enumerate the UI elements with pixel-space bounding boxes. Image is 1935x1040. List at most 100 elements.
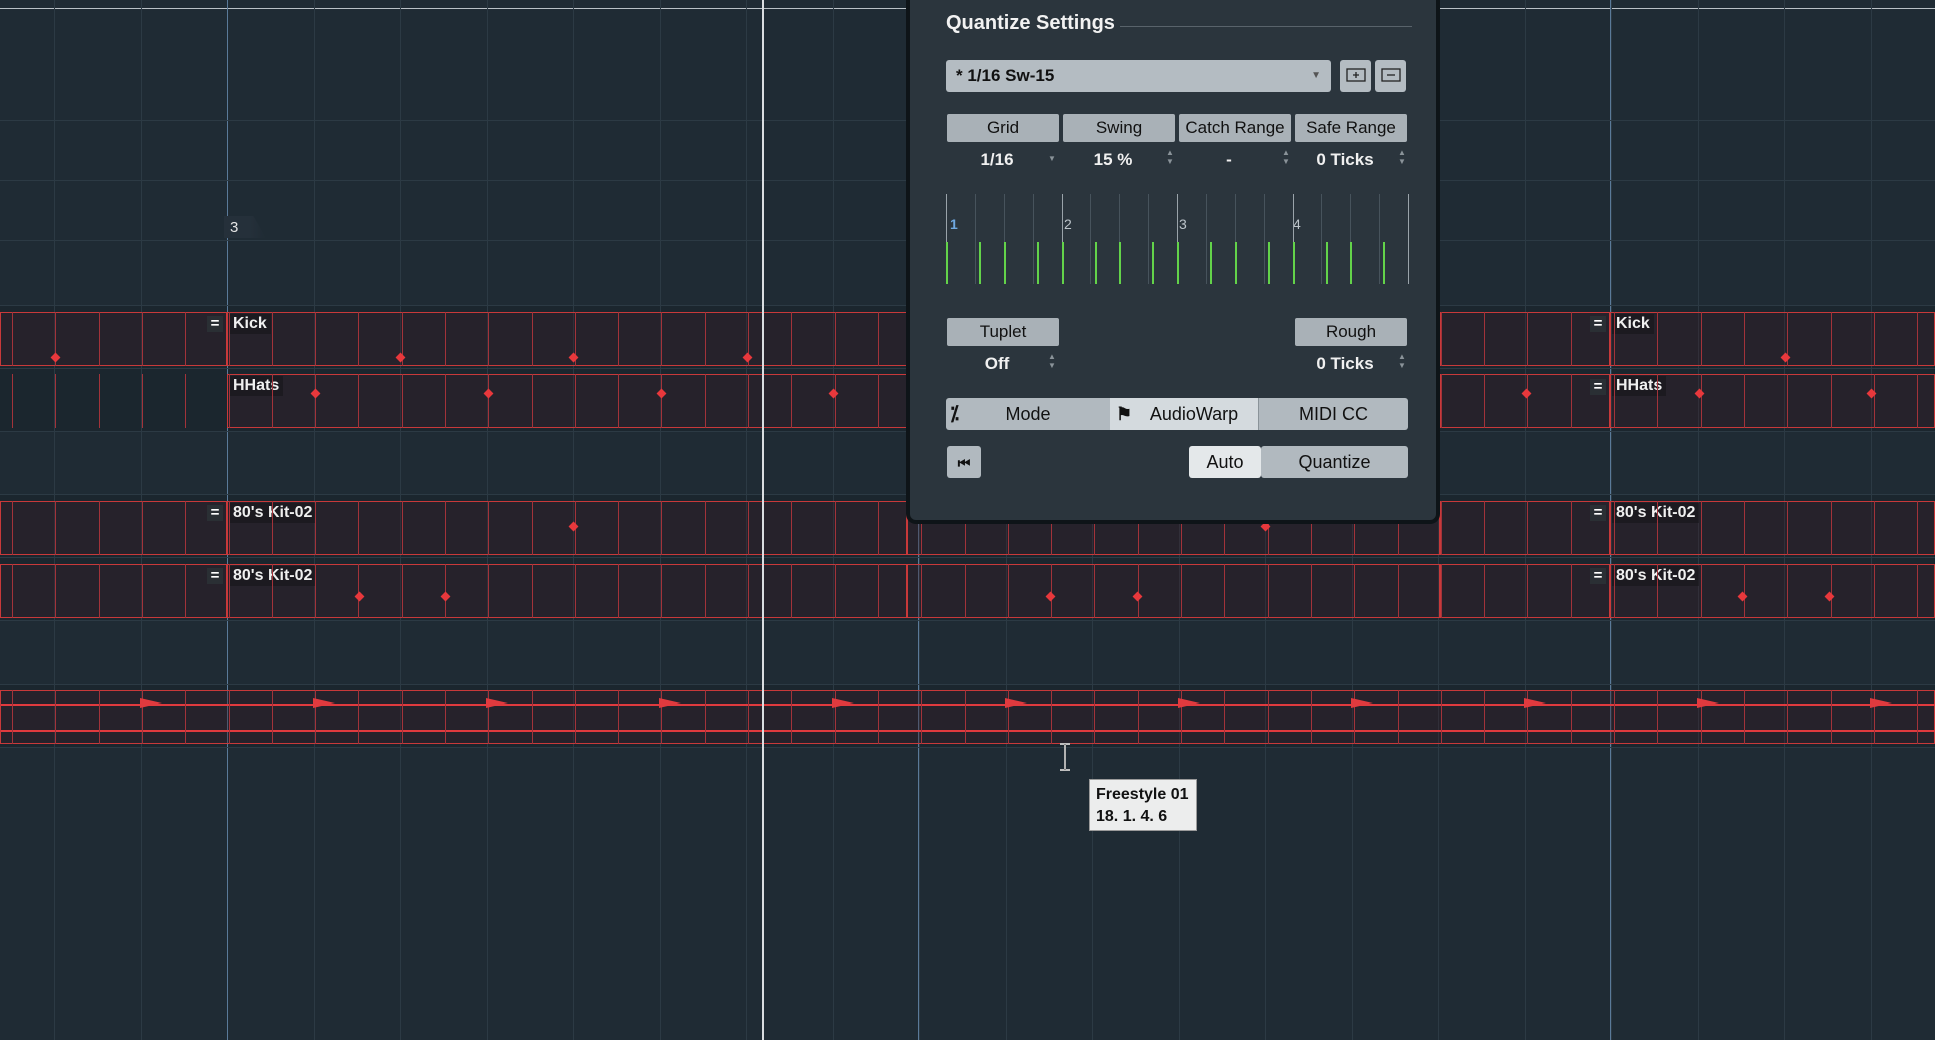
quantize-grid-display: 1 2 3 4 (946, 194, 1409, 284)
part-segment-line (705, 564, 706, 618)
part-segment-line (1354, 564, 1355, 618)
auto-quantize-button[interactable]: Auto (1189, 446, 1261, 478)
part-segment-line (748, 690, 749, 744)
part-segment-line (1224, 564, 1225, 618)
part-segment-line (921, 690, 922, 744)
part-menu-icon[interactable]: = (1590, 568, 1606, 584)
quantize-grid-position (1095, 242, 1097, 284)
quantize-preset-select[interactable]: * 1/16 Sw-15 ▼ (946, 60, 1331, 92)
part-segment-line (358, 312, 359, 366)
skip-back-icon: ⏮ (957, 455, 971, 471)
mode-button[interactable]: ⁒ Mode (946, 398, 1110, 430)
catch-range-value[interactable]: - (1179, 150, 1279, 170)
part-kit2-mid[interactable] (907, 564, 1440, 618)
apply-quantize-button[interactable]: Quantize (1261, 446, 1408, 478)
grid-dropdown-icon[interactable]: ▼ (1048, 154, 1056, 163)
safe-range-stepper-icon[interactable]: ▲ ▼ (1398, 148, 1406, 166)
part-hhats-right-a[interactable] (1440, 374, 1610, 428)
part-segment-line (358, 690, 359, 744)
tooltip-position: 18. 1. 4. 6 (1096, 808, 1168, 825)
lane-divider (0, 684, 1935, 685)
grid-tick (1321, 194, 1322, 284)
part-segment-line (142, 564, 143, 618)
part-segment-line (315, 501, 316, 555)
part-kit2-left[interactable] (0, 564, 227, 618)
part-kit2[interactable] (227, 564, 907, 618)
preset-value: * 1/16 Sw-15 (956, 66, 1055, 85)
midi-cc-button[interactable]: MIDI CC (1258, 398, 1408, 430)
safe-range-header[interactable]: Safe Range (1295, 114, 1407, 142)
part-segment-line (705, 690, 706, 744)
part-menu-icon[interactable]: = (1590, 316, 1606, 332)
grid-tick (1379, 194, 1380, 284)
part-menu-icon[interactable]: = (1590, 379, 1606, 395)
catch-range-stepper-icon[interactable]: ▲ ▼ (1282, 148, 1290, 166)
swing-stepper-icon[interactable]: ▲ ▼ (1166, 148, 1174, 166)
part-kick-right-a[interactable] (1440, 312, 1610, 366)
part-segment-line (1614, 501, 1615, 555)
part-segment-line (705, 501, 706, 555)
part-segment-line (445, 312, 446, 366)
quantize-grid-position (1037, 242, 1039, 284)
safe-range-value[interactable]: 0 Ticks (1295, 150, 1395, 170)
part-segment-line (488, 374, 489, 428)
save-preset-button[interactable] (1340, 60, 1371, 92)
quantize-settings-panel[interactable]: Quantize Settings * 1/16 Sw-15 ▼ Grid Sw… (906, 0, 1440, 524)
part-segment-line (1787, 564, 1788, 618)
part-segment-line (315, 312, 316, 366)
marker-3[interactable]: 3 (224, 216, 266, 238)
part-menu-icon[interactable]: = (207, 505, 223, 521)
part-menu-icon[interactable]: = (207, 316, 223, 332)
reset-quantize-button[interactable]: ⏮ (947, 446, 981, 478)
part-segment-line (1831, 690, 1832, 744)
audio-hitpoint (1005, 698, 1027, 708)
part-segment-line (358, 374, 359, 428)
part-segment-line (272, 501, 273, 555)
part-segment-line (878, 564, 879, 618)
part-segment-line (1787, 374, 1788, 428)
part-freestyle-audio[interactable] (0, 690, 1935, 744)
part-segment-line (1484, 374, 1485, 428)
title-divider (1120, 26, 1412, 27)
project-cursor[interactable] (762, 0, 764, 1040)
audiowarp-button[interactable]: ⚑ AudioWarp (1110, 398, 1258, 430)
catch-range-header[interactable]: Catch Range (1179, 114, 1291, 142)
remove-preset-button[interactable] (1375, 60, 1406, 92)
part-segment-line (1744, 374, 1745, 428)
part-segment-line (791, 312, 792, 366)
part-kick-left[interactable] (0, 312, 227, 366)
part-segment-line (1831, 501, 1832, 555)
part-segment-line (402, 690, 403, 744)
part-segment-line (1181, 564, 1182, 618)
part-menu-icon[interactable]: = (1590, 505, 1606, 521)
part-hhats[interactable] (227, 374, 907, 428)
quantize-grid-position (1119, 242, 1121, 284)
tuplet-value[interactable]: Off (947, 354, 1047, 374)
part-kit1[interactable] (227, 501, 907, 555)
part-kit1-left[interactable] (0, 501, 227, 555)
part-kick[interactable] (227, 312, 907, 366)
quantize-grid-position (1350, 242, 1352, 284)
rough-value[interactable]: 0 Ticks (1295, 354, 1395, 374)
part-kit2-right-a[interactable] (1440, 564, 1610, 618)
part-segment-line (1094, 564, 1095, 618)
part-segment-line (661, 374, 662, 428)
tuplet-stepper-icon[interactable]: ▲ ▼ (1048, 352, 1056, 370)
part-segment-line (185, 312, 186, 366)
quantize-mode-bar[interactable]: ⁒ Mode ⚑ AudioWarp MIDI CC (946, 398, 1408, 430)
grid-tick (1206, 194, 1207, 284)
part-segment-line (1008, 564, 1009, 618)
swing-value[interactable]: 15 % (1063, 150, 1163, 170)
rough-stepper-icon[interactable]: ▲ ▼ (1398, 352, 1406, 370)
rough-header[interactable]: Rough (1295, 318, 1407, 346)
grid-value[interactable]: 1/16 (947, 150, 1047, 170)
part-kit1-right-a[interactable] (1440, 501, 1610, 555)
part-menu-icon[interactable]: = (207, 568, 223, 584)
swing-header[interactable]: Swing (1063, 114, 1175, 142)
grid-header[interactable]: Grid (947, 114, 1059, 142)
tuplet-header[interactable]: Tuplet (947, 318, 1059, 346)
part-segment-line (1484, 564, 1485, 618)
part-segment-line (1571, 501, 1572, 555)
part-label-kick-right: Kick (1612, 314, 1654, 334)
part-kick-right-b[interactable] (1610, 312, 1935, 366)
